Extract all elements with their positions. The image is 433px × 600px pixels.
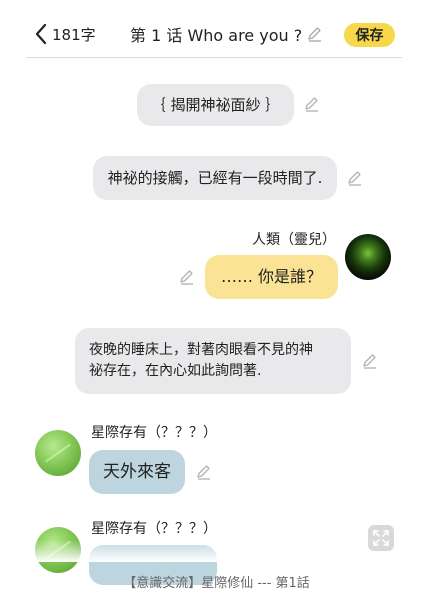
- narration-bubble[interactable]: 神祕的接觸，已經有一段時間了.: [93, 156, 337, 200]
- message-text: 天外來客: [103, 462, 171, 482]
- pencil-icon[interactable]: [361, 352, 379, 370]
- other-bubble[interactable]: 天外來客: [89, 450, 185, 494]
- chevron-left-icon: [35, 23, 47, 45]
- word-count: 181字: [52, 25, 96, 44]
- title-group: 第 1 话 Who are you ?: [130, 22, 324, 46]
- pencil-icon[interactable]: [346, 169, 364, 187]
- expand-button[interactable]: [368, 525, 394, 551]
- avatar[interactable]: [35, 430, 81, 476]
- narration-text: 神祕的接觸，已經有一段時間了.: [107, 169, 323, 187]
- speaker-name: 星際存有（？？？）: [91, 521, 217, 537]
- back-button[interactable]: 181字: [34, 20, 96, 48]
- avatar[interactable]: [345, 234, 391, 280]
- episode-title: 第 1 话 Who are you ?: [130, 26, 303, 45]
- narration-bubble[interactable]: 夜晚的睡床上，對著肉眼看不見的神 祕存在，在內心如此詢問著.: [75, 328, 351, 394]
- save-button[interactable]: 保存: [344, 23, 395, 47]
- message-text: …… 你是誰？: [220, 267, 323, 286]
- pencil-icon[interactable]: [303, 95, 321, 113]
- pencil-icon[interactable]: [178, 268, 196, 286]
- narration-text-line: 夜晚的睡床上，對著肉眼看不見的神: [89, 342, 313, 358]
- pencil-icon[interactable]: [306, 25, 324, 43]
- top-bar: 181字 第 1 话 Who are you ? 保存: [0, 0, 433, 58]
- narration-text-line: 祕存在，在內心如此詢問著.: [89, 363, 262, 379]
- narration-bubble[interactable]: ｛ 揭開神祕面紗 ｝: [137, 84, 294, 126]
- narration-text: ｛ 揭開神祕面紗 ｝: [150, 96, 281, 114]
- header-divider: [26, 57, 402, 58]
- footer-caption: 【意識交流】星際修仙 --- 第1話: [123, 576, 310, 591]
- speaker-name: 人類（靈兒）: [252, 232, 336, 248]
- user-bubble[interactable]: …… 你是誰？: [205, 255, 338, 299]
- pencil-icon[interactable]: [195, 463, 213, 481]
- speaker-name: 星際存有（？？？）: [91, 425, 217, 441]
- expand-icon: [373, 530, 389, 546]
